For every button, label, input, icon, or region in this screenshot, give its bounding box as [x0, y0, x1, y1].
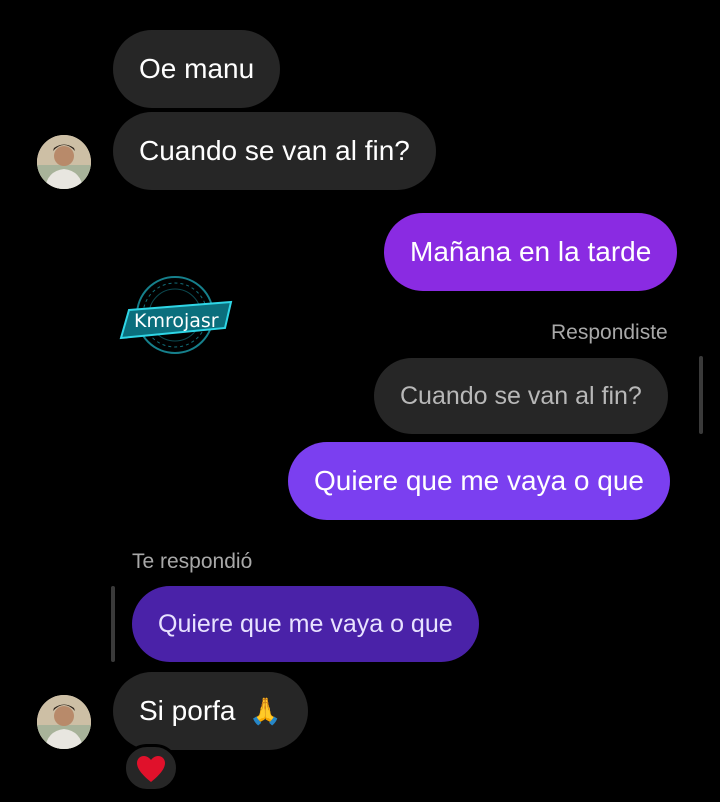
watermark-logo: Kmrojasr: [115, 272, 235, 358]
message-text: Quiere que me vaya o que: [314, 465, 644, 496]
reaction-badge[interactable]: [123, 744, 179, 792]
quoted-text: Quiere que me vaya o que: [158, 610, 453, 638]
reply-label: Te respondió: [132, 550, 253, 573]
quoted-message[interactable]: Quiere que me vaya o que: [132, 586, 479, 662]
profile-photo-icon: [37, 695, 91, 749]
message-bubble-incoming[interactable]: Cuando se van al fin?: [113, 112, 436, 190]
heart-icon: [137, 756, 165, 782]
reply-indicator-bar: [699, 356, 703, 434]
folded-hands-emoji: 🙏: [249, 697, 282, 727]
message-text: Mañana en la tarde: [410, 236, 652, 267]
message-bubble-incoming[interactable]: Si porfa 🙏: [113, 672, 308, 750]
quoted-text: Cuando se van al fin?: [400, 382, 642, 410]
message-text: Oe manu: [139, 53, 255, 84]
message-bubble-incoming[interactable]: Oe manu: [113, 30, 281, 108]
message-bubble-outgoing[interactable]: Mañana en la tarde: [384, 213, 678, 291]
profile-photo-icon: [37, 135, 91, 189]
watermark-text: Kmrojasr: [134, 310, 219, 332]
reply-label: Respondiste: [551, 321, 668, 344]
message-text: Cuando se van al fin?: [139, 135, 410, 166]
contact-avatar[interactable]: [37, 695, 91, 749]
reply-indicator-bar: [111, 586, 115, 662]
contact-avatar[interactable]: [37, 135, 91, 189]
quoted-message[interactable]: Cuando se van al fin?: [374, 358, 668, 434]
message-bubble-outgoing[interactable]: Quiere que me vaya o que: [288, 442, 670, 520]
message-text: Si porfa: [139, 695, 236, 726]
